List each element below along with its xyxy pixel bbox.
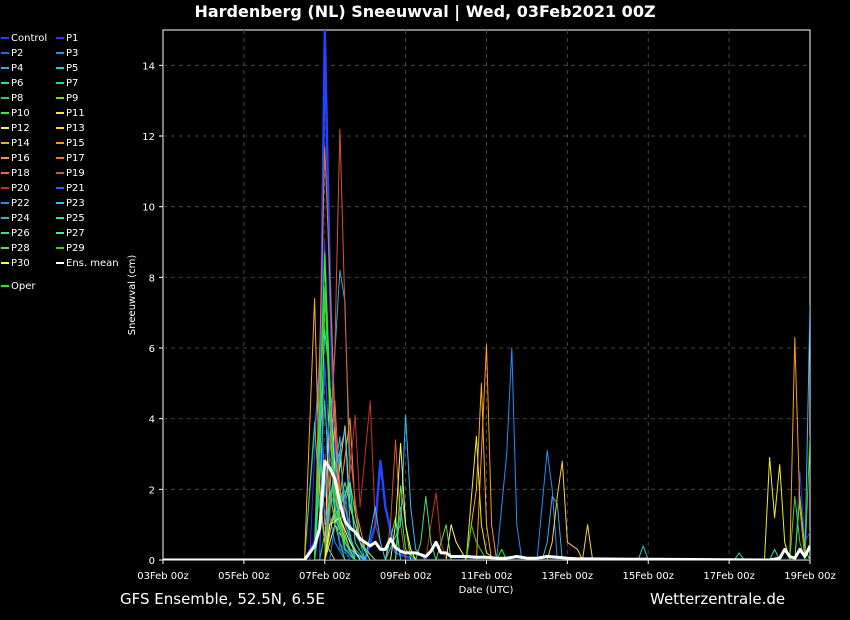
footer-site: Wetterzentrale.de	[650, 590, 786, 608]
x-tick-label: 15Feb 00z	[622, 571, 674, 582]
x-tick-label: 13Feb 00z	[542, 571, 594, 582]
y-tick-label: 12	[142, 132, 155, 143]
x-tick-label: 19Feb 00z	[784, 571, 836, 582]
x-tick-label: 05Feb 00z	[218, 571, 270, 582]
y-tick-label: 10	[142, 203, 155, 214]
y-tick-label: 14	[142, 61, 155, 72]
x-tick-label: 03Feb 00z	[137, 571, 189, 582]
x-axis: 03Feb 00z 05Feb 00z 07Feb 00z 09Feb 00z 11Fe…	[137, 560, 836, 582]
x-tick-label: 17Feb 00z	[703, 571, 755, 582]
y-axis-label: Sneeuwval (cm)	[127, 255, 138, 336]
y-tick-label: 8	[149, 273, 155, 284]
x-tick-label: 07Feb 00z	[299, 571, 351, 582]
y-tick-label: 4	[149, 415, 155, 426]
footer-model-info: GFS Ensemble, 52.5N, 6.5E	[120, 590, 325, 608]
y-tick-label: 2	[149, 485, 155, 496]
x-axis-label: Date (UTC)	[459, 585, 514, 596]
y-axis: 0 2 4 6 8 10 12 14	[142, 61, 163, 567]
chart-svg: 02468101214 03Feb 00z 05Feb 00z 07Feb 00z 0…	[127, 29, 836, 596]
y-tick-label: 6	[149, 344, 155, 355]
x-tick-label: 11Feb 00z	[461, 571, 513, 582]
y-tick-label: 0	[149, 556, 155, 567]
x-tick-label: 09Feb 00z	[380, 571, 432, 582]
